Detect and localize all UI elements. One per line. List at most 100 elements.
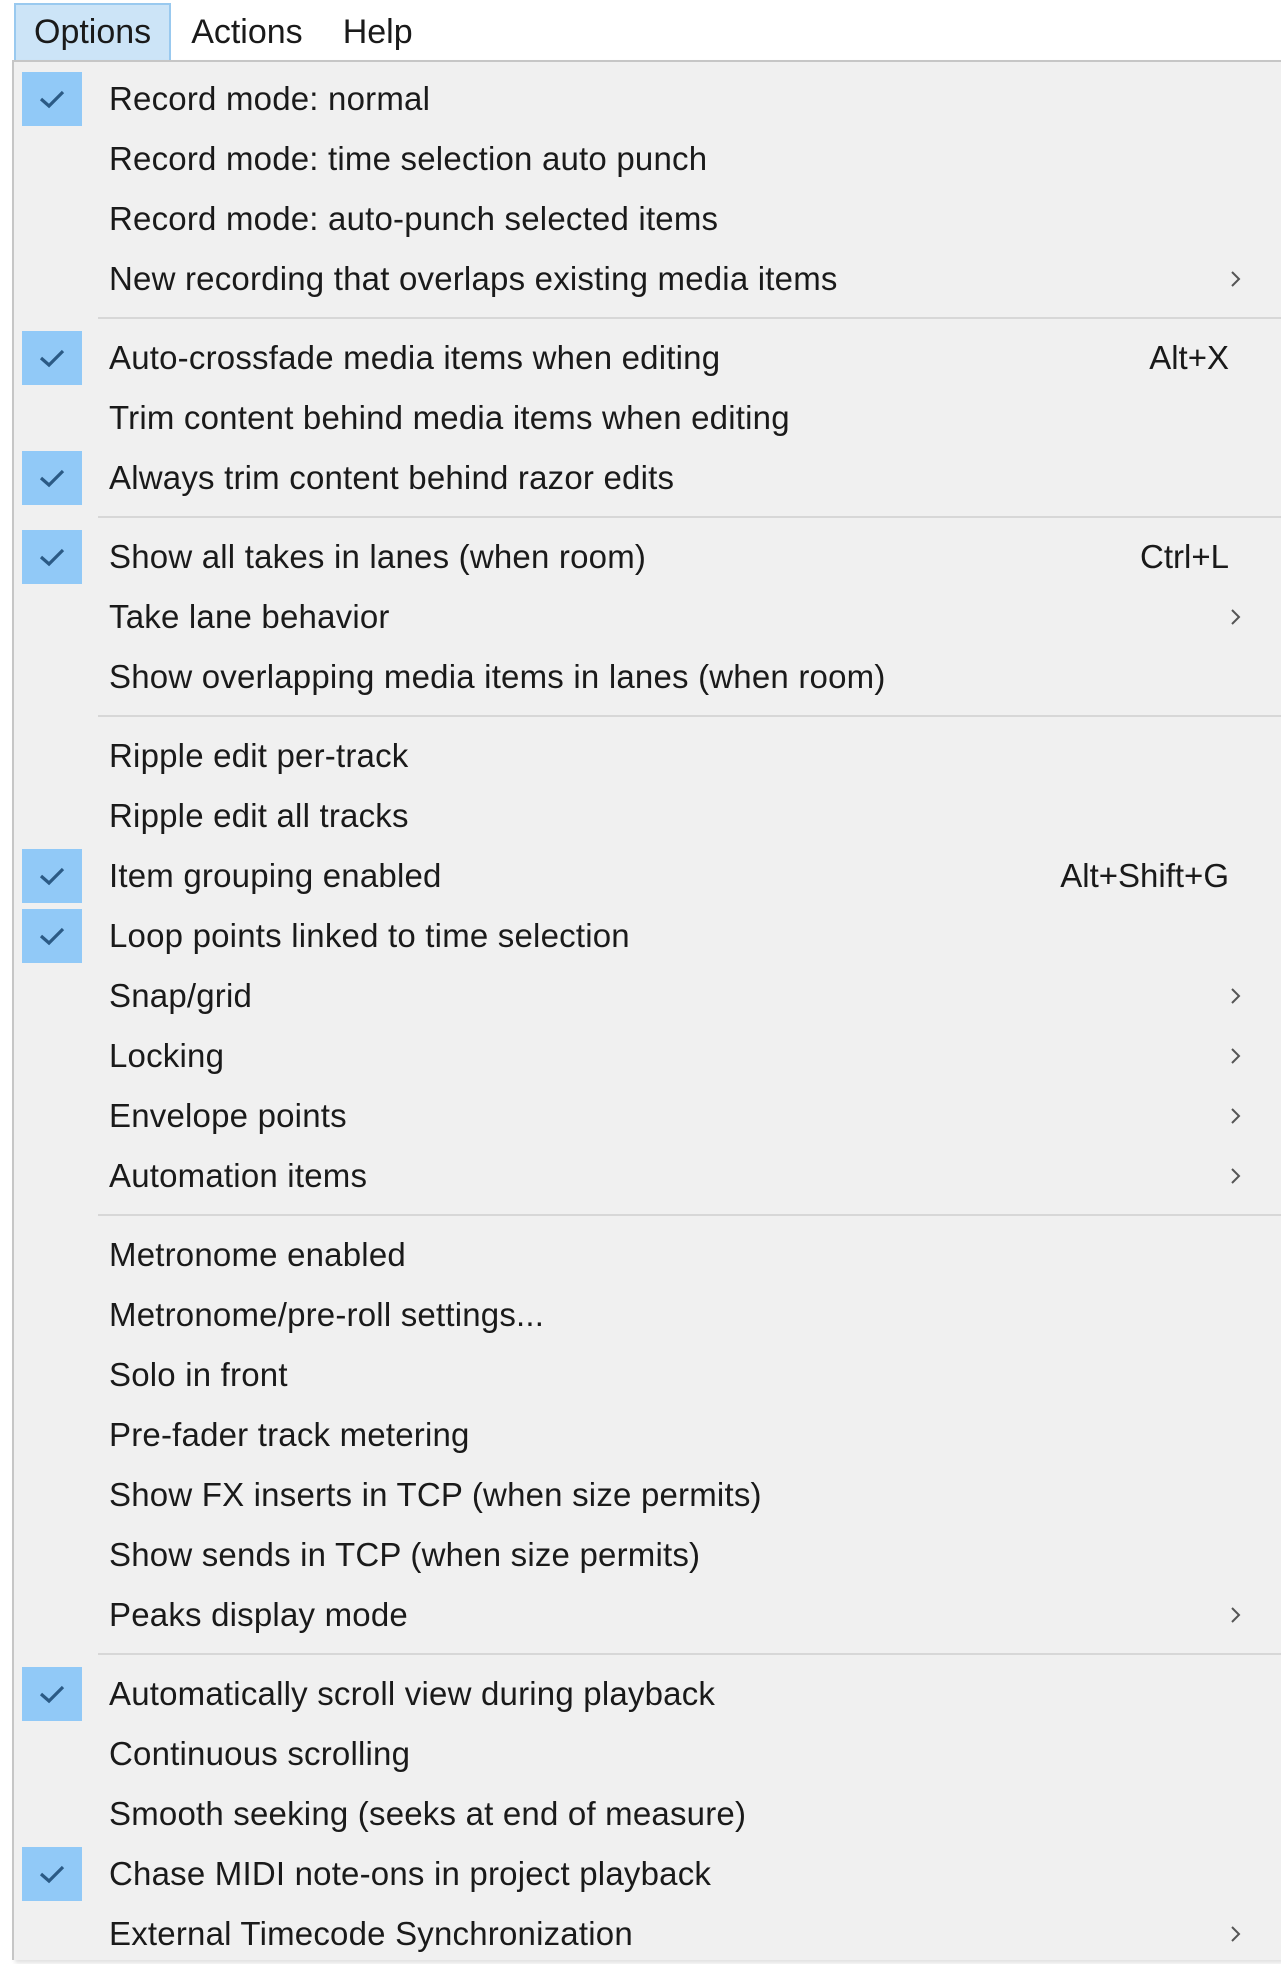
menu-separator	[14, 508, 1281, 527]
menu-item-label: Show FX inserts in TCP (when size permit…	[109, 1476, 762, 1513]
check-indicator-off	[22, 1787, 82, 1841]
check-indicator-off	[22, 1029, 82, 1083]
menu-item-peaks-display-mode[interactable]: Peaks display mode	[14, 1585, 1281, 1645]
check-indicator-off	[22, 1149, 82, 1203]
menu-separator	[14, 1645, 1281, 1664]
menu-item-label: Peaks display mode	[109, 1596, 408, 1633]
menu-item-external-timecode-synchronization[interactable]: External Timecode Synchronization	[14, 1904, 1281, 1964]
chevron-right-icon	[1231, 1607, 1241, 1623]
menu-item-label: Ripple edit all tracks	[109, 797, 409, 834]
menu-item-trim-content-behind-media-items-when-editing[interactable]: Trim content behind media items when edi…	[14, 388, 1281, 448]
menu-item-metronome-enabled[interactable]: Metronome enabled	[14, 1225, 1281, 1285]
menu-item-shortcut: Alt+X	[1149, 339, 1229, 376]
checkmark-icon	[39, 867, 65, 886]
check-indicator-off	[22, 1727, 82, 1781]
checkmark-icon	[39, 927, 65, 946]
menu-item-label: Show all takes in lanes (when room)	[109, 538, 647, 575]
menu-item-ripple-edit-per-track[interactable]: Ripple edit per-track	[14, 726, 1281, 786]
menu-item-label: Automation items	[109, 1157, 368, 1194]
menu-item-record-mode-auto-punch-selected-items[interactable]: Record mode: auto-punch selected items	[14, 189, 1281, 249]
menu-item-label: Record mode: time selection auto punch	[109, 140, 708, 177]
checkmark-icon	[39, 90, 65, 109]
check-indicator-off	[22, 252, 82, 306]
menu-item-snap-grid[interactable]: Snap/grid	[14, 966, 1281, 1026]
menu-item-automatically-scroll-view-during-playback[interactable]: Automatically scroll view during playbac…	[14, 1664, 1281, 1724]
menu-item-label: Metronome enabled	[109, 1236, 406, 1273]
menu-item-label: Record mode: normal	[109, 80, 431, 117]
check-indicator-off	[22, 391, 82, 445]
menu-item-chase-midi-note-ons-in-project-playback[interactable]: Chase MIDI note-ons in project playback	[14, 1844, 1281, 1904]
check-indicator-on	[22, 451, 82, 505]
menu-item-show-sends-in-tcp-when-size-permits[interactable]: Show sends in TCP (when size permits)	[14, 1525, 1281, 1585]
check-indicator-off	[22, 1468, 82, 1522]
check-indicator-on	[22, 331, 82, 385]
check-indicator-on	[22, 1847, 82, 1901]
menubar-options[interactable]: Options	[14, 3, 172, 62]
menu-item-always-trim-content-behind-razor-edits[interactable]: Always trim content behind razor edits	[14, 448, 1281, 508]
menu-item-automation-items[interactable]: Automation items	[14, 1146, 1281, 1206]
menu-item-label: Chase MIDI note-ons in project playback	[109, 1855, 712, 1892]
chevron-right-icon	[1231, 1108, 1241, 1124]
menu-item-label: Show sends in TCP (when size permits)	[109, 1536, 701, 1573]
check-indicator-off	[22, 789, 82, 843]
menu-separator	[14, 1206, 1281, 1225]
chevron-right-icon	[1231, 1048, 1241, 1064]
menu-item-label: Snap/grid	[109, 977, 253, 1014]
menu-item-record-mode-time-selection-auto-punch[interactable]: Record mode: time selection auto punch	[14, 129, 1281, 189]
menu-item-new-recording-that-overlaps-existing-media-items[interactable]: New recording that overlaps existing med…	[14, 249, 1281, 309]
menu-separator	[14, 707, 1281, 726]
check-indicator-off	[22, 1228, 82, 1282]
menu-item-auto-crossfade-media-items-when-editing[interactable]: Auto-crossfade media items when editing A…	[14, 328, 1281, 388]
menu-item-ripple-edit-all-tracks[interactable]: Ripple edit all tracks	[14, 786, 1281, 846]
menu-item-label: Show overlapping media items in lanes (w…	[109, 658, 886, 695]
menu-item-label: Metronome/pre-roll settings...	[109, 1296, 545, 1333]
menu-items-container: Record mode: normal Record mode: time sel…	[14, 69, 1281, 1964]
menu-item-label: Pre-fader track metering	[109, 1416, 470, 1453]
menu-item-label: Continuous scrolling	[109, 1735, 411, 1772]
menu-item-label: Loop points linked to time selection	[109, 917, 630, 954]
menu-item-metronome-pre-roll-settings[interactable]: Metronome/pre-roll settings...	[14, 1285, 1281, 1345]
menu-item-pre-fader-track-metering[interactable]: Pre-fader track metering	[14, 1405, 1281, 1465]
check-indicator-off	[22, 1528, 82, 1582]
menubar-actions[interactable]: Actions	[171, 3, 323, 62]
menubar-help[interactable]: Help	[323, 3, 433, 62]
menu-item-smooth-seeking-seeks-at-end-of-measure[interactable]: Smooth seeking (seeks at end of measure)	[14, 1784, 1281, 1844]
menu-item-item-grouping-enabled[interactable]: Item grouping enabled Alt+Shift+G	[14, 846, 1281, 906]
menu-item-shortcut: Ctrl+L	[1140, 538, 1229, 575]
menu-item-label: External Timecode Synchronization	[109, 1915, 633, 1952]
menu-item-label: Always trim content behind razor edits	[109, 459, 675, 496]
check-indicator-off	[22, 729, 82, 783]
menu-item-label: Smooth seeking (seeks at end of measure)	[109, 1795, 747, 1832]
check-indicator-off	[22, 1348, 82, 1402]
menu-item-label: Auto-crossfade media items when editing	[109, 339, 721, 376]
menu-item-continuous-scrolling[interactable]: Continuous scrolling	[14, 1724, 1281, 1784]
menu-item-loop-points-linked-to-time-selection[interactable]: Loop points linked to time selection	[14, 906, 1281, 966]
chevron-right-icon	[1231, 1168, 1241, 1184]
check-indicator-off	[22, 1288, 82, 1342]
menu-item-solo-in-front[interactable]: Solo in front	[14, 1345, 1281, 1405]
menu-item-record-mode-normal[interactable]: Record mode: normal	[14, 69, 1281, 129]
check-indicator-off	[22, 1907, 82, 1961]
menu-item-take-lane-behavior[interactable]: Take lane behavior	[14, 587, 1281, 647]
menu-item-label: Locking	[109, 1037, 225, 1074]
menu-item-label: Item grouping enabled	[109, 857, 442, 894]
menu-item-show-all-takes-in-lanes-when-room[interactable]: Show all takes in lanes (when room) Ctrl+…	[14, 527, 1281, 587]
chevron-right-icon	[1231, 271, 1241, 287]
check-indicator-on	[22, 530, 82, 584]
checkmark-icon	[39, 349, 65, 368]
menu-item-show-fx-inserts-in-tcp-when-size-permits[interactable]: Show FX inserts in TCP (when size permit…	[14, 1465, 1281, 1525]
chevron-right-icon	[1231, 988, 1241, 1004]
check-indicator-off	[22, 590, 82, 644]
chevron-right-icon	[1231, 609, 1241, 625]
menu-item-locking[interactable]: Locking	[14, 1026, 1281, 1086]
menu-item-label: Solo in front	[109, 1356, 288, 1393]
check-indicator-off	[22, 969, 82, 1023]
menu-item-label: Ripple edit per-track	[109, 737, 409, 774]
options-dropdown-menu: Record mode: normal Record mode: time sel…	[12, 60, 1281, 1960]
menu-separator	[14, 309, 1281, 328]
menu-item-label: New recording that overlaps existing med…	[109, 260, 838, 297]
menu-item-show-overlapping-media-items-in-lanes-when-room[interactable]: Show overlapping media items in lanes (w…	[14, 647, 1281, 707]
chevron-right-icon	[1231, 1926, 1241, 1942]
check-indicator-off	[22, 132, 82, 186]
menu-item-envelope-points[interactable]: Envelope points	[14, 1086, 1281, 1146]
